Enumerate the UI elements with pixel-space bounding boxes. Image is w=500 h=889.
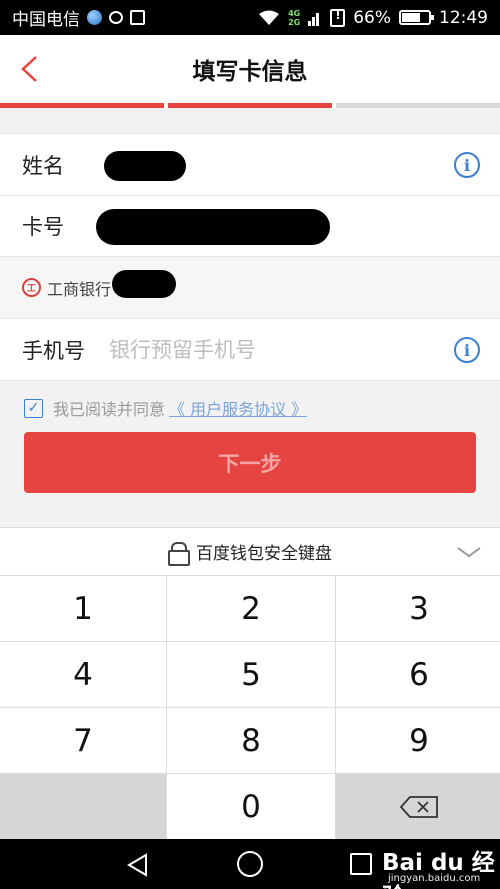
back-arrow-icon[interactable] — [18, 55, 42, 83]
status-bar: 中国电信 4G 2G 66% 12:49 — [0, 0, 500, 35]
battery-icon — [399, 10, 434, 25]
progress-step-1 — [0, 103, 164, 108]
agreement-checkbox-icon[interactable]: ✓ — [24, 398, 43, 418]
numeric-keypad: 1 2 3 4 5 6 7 8 9 0 — [0, 576, 500, 839]
nav-recent-apps-icon[interactable] — [350, 853, 372, 875]
chevron-down-icon[interactable] — [456, 542, 482, 562]
nav-back-icon[interactable] — [126, 853, 150, 877]
phone-field-row: 手机号 i — [0, 319, 500, 381]
key-3[interactable]: 3 — [336, 576, 500, 641]
image-notification-icon — [130, 10, 145, 25]
step-progress — [0, 103, 500, 108]
key-2[interactable]: 2 — [167, 576, 335, 641]
baidu-jingyan-watermark: Bai du 经验 jingyan.baidu.com — [380, 841, 500, 889]
keyboard-title: 百度钱包安全键盘 — [196, 544, 332, 564]
watermark-url: jingyan.baidu.com — [388, 873, 481, 884]
nav-home-icon[interactable] — [237, 851, 263, 877]
card-number-label: 卡号 — [22, 215, 64, 239]
agreement-text: 我已阅读并同意 — [53, 400, 166, 419]
sim-alert-icon — [330, 8, 346, 27]
page-header: 填写卡信息 — [0, 35, 500, 103]
card-number-field-row: 卡号 — [0, 196, 500, 257]
battery-percent: 66% — [353, 7, 391, 28]
message-notification-icon — [109, 11, 123, 24]
key-0[interactable]: 0 — [167, 774, 335, 839]
phone-info-icon[interactable]: i — [454, 337, 480, 363]
bank-card-tail-redacted — [112, 270, 176, 298]
network-2g-label: 2G — [288, 17, 301, 27]
phone-label: 手机号 — [22, 338, 85, 363]
card-number-redacted — [96, 209, 330, 245]
wifi-icon — [259, 10, 280, 25]
key-4[interactable]: 4 — [0, 642, 166, 707]
key-6[interactable]: 6 — [336, 642, 500, 707]
user-agreement-link[interactable]: 《 用户服务协议 》 — [169, 396, 307, 420]
agreement-row: ✓ 我已阅读并同意 《 用户服务协议 》 — [24, 396, 307, 420]
key-7[interactable]: 7 — [0, 708, 166, 773]
lock-icon — [168, 541, 190, 566]
phone-input[interactable] — [109, 337, 369, 362]
name-value-redacted — [104, 151, 186, 181]
network-4g-label: 4G — [288, 8, 301, 18]
progress-step-2 — [168, 103, 332, 108]
progress-step-3 — [336, 103, 500, 108]
network-type: 4G 2G — [288, 9, 300, 27]
name-info-icon[interactable]: i — [454, 152, 480, 178]
clock: 12:49 — [439, 7, 488, 28]
carrier-label: 中国电信 — [12, 10, 80, 30]
name-field-row: 姓名 i — [0, 133, 500, 196]
delete-key[interactable] — [336, 774, 500, 839]
backspace-icon — [400, 795, 438, 818]
key-1[interactable]: 1 — [0, 576, 166, 641]
key-blank — [0, 774, 166, 839]
bank-row: 工 工商银行 — [0, 257, 500, 319]
icbc-logo-icon: 工 — [22, 278, 41, 297]
bank-name: 工商银行 — [47, 279, 112, 299]
key-8[interactable]: 8 — [167, 708, 335, 773]
page-title: 填写卡信息 — [192, 59, 308, 85]
name-label: 姓名 — [22, 153, 64, 178]
signal-icon — [308, 12, 320, 26]
app-notification-icon — [87, 10, 102, 25]
next-step-button[interactable]: 下一步 — [24, 432, 476, 493]
key-5[interactable]: 5 — [167, 642, 335, 707]
secure-keyboard-bar: 百度钱包安全键盘 — [0, 527, 500, 576]
key-9[interactable]: 9 — [336, 708, 500, 773]
